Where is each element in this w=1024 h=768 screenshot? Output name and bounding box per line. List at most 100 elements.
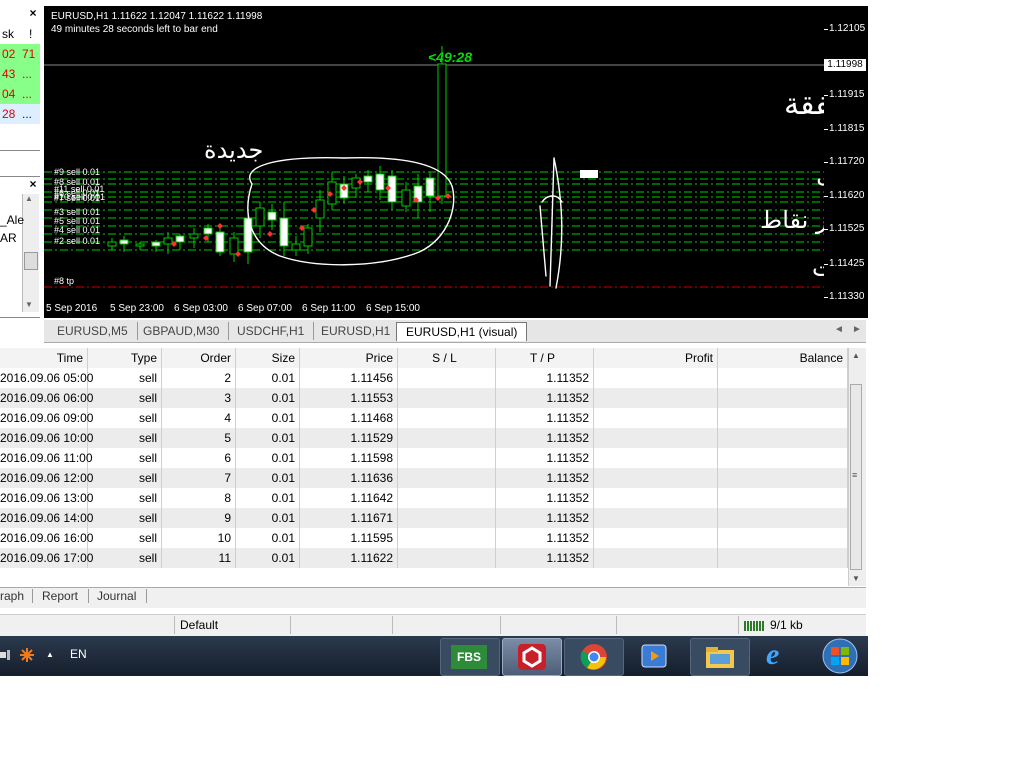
table-cell bbox=[594, 368, 718, 388]
column-header-price[interactable]: Price bbox=[300, 348, 398, 368]
table-cell: 1.11352 bbox=[496, 468, 594, 488]
candle-body bbox=[135, 243, 145, 247]
start-button[interactable] bbox=[820, 638, 860, 674]
table-cell bbox=[594, 468, 718, 488]
column-header-type[interactable]: Type bbox=[88, 348, 162, 368]
table-row[interactable]: 2016.09.06 09:00 sell 4 0.01 1.11468 1.11352 bbox=[0, 408, 848, 428]
tab-usdchf-h1[interactable]: USDCHF,H1 bbox=[228, 322, 315, 340]
navigator-scrollbar[interactable]: ▲ ▼ bbox=[22, 194, 39, 312]
market-watch-header: sk ! bbox=[0, 24, 40, 45]
trade-marker bbox=[217, 223, 223, 229]
table-cell: 1.11595 bbox=[300, 528, 398, 548]
table-cell: 9 bbox=[162, 508, 236, 528]
market-watch-row[interactable]: 02 71 bbox=[0, 44, 40, 64]
time-label: 6 Sep 07:00 bbox=[238, 303, 292, 314]
terminal-taskbar-button[interactable] bbox=[502, 638, 562, 676]
market-watch-row[interactable]: 43... bbox=[0, 64, 40, 84]
table-cell bbox=[594, 548, 718, 568]
tab-journal[interactable]: Journal bbox=[97, 589, 136, 603]
table-cell: sell bbox=[88, 468, 162, 488]
column-header-sl[interactable]: S / L bbox=[398, 348, 496, 368]
table-row[interactable]: 2016.09.06 14:00 sell 9 0.01 1.11671 1.11352 bbox=[0, 508, 848, 528]
table-cell: 2 bbox=[162, 368, 236, 388]
column-header-order[interactable]: Order bbox=[162, 348, 236, 368]
handwritten-annotation: جديدة bbox=[204, 136, 263, 164]
tray-expand-icon[interactable]: ▲ bbox=[46, 650, 54, 659]
column-header-tp[interactable]: T / P bbox=[496, 348, 594, 368]
tab-report[interactable]: Report bbox=[42, 589, 78, 603]
navigator-scroll-up-icon[interactable]: ▲ bbox=[25, 194, 33, 203]
network-icon[interactable] bbox=[0, 649, 10, 661]
candle-body bbox=[303, 227, 313, 247]
tab-graph[interactable]: raph bbox=[0, 589, 24, 603]
table-row[interactable]: 2016.09.06 17:00 sell 11 0.01 1.11622 1.11352 bbox=[0, 548, 848, 568]
table-row[interactable]: 2016.09.06 12:00 sell 7 0.01 1.11636 1.11352 bbox=[0, 468, 848, 488]
table-cell: 1.11636 bbox=[300, 468, 398, 488]
tab-eurusd-h1[interactable]: EURUSD,H1 bbox=[312, 322, 401, 340]
table-cell bbox=[718, 448, 848, 468]
time-label: 6 Sep 15:00 bbox=[366, 303, 420, 314]
candle-body bbox=[401, 189, 411, 207]
fbs-icon: FBS bbox=[451, 645, 487, 669]
table-cell: 10 bbox=[162, 528, 236, 548]
table-cell bbox=[398, 528, 496, 548]
table-row[interactable]: 2016.09.06 10:00 sell 5 0.01 1.11529 1.11352 bbox=[0, 428, 848, 448]
table-row[interactable]: 2016.09.06 05:00 sell 2 0.01 1.11456 1.11352 bbox=[0, 368, 848, 388]
table-cell: 1.11352 bbox=[496, 408, 594, 428]
market-watch-row[interactable]: 28... bbox=[0, 104, 40, 124]
column-flag-header[interactable]: ! bbox=[29, 27, 32, 41]
navigator-close-button[interactable]: × bbox=[26, 177, 40, 191]
navigator-scroll-thumb[interactable] bbox=[24, 252, 38, 270]
tab-next-icon[interactable]: ► bbox=[852, 324, 862, 335]
column-header-size[interactable]: Size bbox=[236, 348, 300, 368]
table-row[interactable]: 2016.09.06 13:00 sell 8 0.01 1.11642 1.11352 bbox=[0, 488, 848, 508]
column-header-profit[interactable]: Profit bbox=[594, 348, 718, 368]
table-cell: 2016.09.06 05:00 bbox=[0, 368, 93, 388]
table-cell bbox=[718, 388, 848, 408]
market-watch-row[interactable]: 04... bbox=[0, 84, 40, 104]
table-cell: 1.11352 bbox=[496, 508, 594, 528]
tab-eurusd-h1-visual[interactable]: EURUSD,H1 (visual) bbox=[396, 322, 528, 341]
internet-explorer-taskbar-button[interactable]: e bbox=[752, 638, 810, 674]
table-cell bbox=[398, 388, 496, 408]
table-cell: 1.11642 bbox=[300, 488, 398, 508]
table-scroll-down-icon[interactable]: ▼ bbox=[852, 574, 860, 583]
chrome-icon bbox=[580, 644, 607, 670]
tab-gbpaud-m30[interactable]: GBPAUD,M30 bbox=[134, 322, 230, 340]
column-ask-header[interactable]: sk bbox=[2, 27, 14, 41]
table-row[interactable]: 2016.09.06 11:00 sell 6 0.01 1.11598 1.11352 bbox=[0, 448, 848, 468]
table-cell: 1.11456 bbox=[300, 368, 398, 388]
media-player-taskbar-button[interactable] bbox=[626, 638, 684, 674]
spread-value: ... bbox=[22, 67, 33, 81]
price-label: 1.11525 bbox=[829, 223, 865, 234]
table-cell bbox=[718, 368, 848, 388]
table-scroll-up-icon[interactable]: ▲ bbox=[852, 351, 860, 360]
navigator-item-ar[interactable]: AR bbox=[0, 231, 17, 245]
tab-divider bbox=[88, 589, 89, 603]
language-indicator[interactable]: EN bbox=[70, 647, 87, 661]
chrome-taskbar-button[interactable] bbox=[564, 638, 624, 676]
current-price-marker: 1.11998 bbox=[824, 59, 866, 71]
bar-countdown-text: 49 minutes 28 seconds left to bar end bbox=[51, 24, 218, 35]
market-watch-close-button[interactable]: × bbox=[26, 6, 40, 20]
tab-prev-icon[interactable]: ◄ bbox=[834, 324, 844, 335]
table-cell bbox=[594, 488, 718, 508]
price-label: 1.11620 bbox=[829, 190, 865, 201]
table-row[interactable]: 2016.09.06 06:00 sell 3 0.01 1.11553 1.11352 bbox=[0, 388, 848, 408]
fbs-taskbar-button[interactable]: FBS bbox=[440, 638, 500, 676]
file-explorer-taskbar-button[interactable] bbox=[690, 638, 750, 676]
handwritten-annotation: لسى المفروض نقل bbox=[816, 160, 824, 188]
column-header-balance[interactable]: Balance bbox=[718, 348, 848, 368]
table-cell: 2016.09.06 12:00 bbox=[0, 468, 93, 488]
table-row[interactable]: 2016.09.06 16:00 sell 10 0.01 1.11595 1.11352 bbox=[0, 528, 848, 548]
table-cell bbox=[594, 428, 718, 448]
trade-marker bbox=[267, 231, 273, 237]
table-cell: sell bbox=[88, 428, 162, 448]
terminal-app-icon bbox=[518, 644, 546, 670]
navigator-scroll-down-icon[interactable]: ▼ bbox=[25, 300, 33, 309]
tray-app-icon[interactable] bbox=[19, 647, 35, 663]
tab-eurusd-m5[interactable]: EURUSD,M5 bbox=[48, 322, 138, 340]
column-header-time[interactable]: Time bbox=[0, 348, 88, 368]
table-cell bbox=[398, 548, 496, 568]
navigator-item-expert[interactable]: _Ale bbox=[0, 213, 24, 227]
